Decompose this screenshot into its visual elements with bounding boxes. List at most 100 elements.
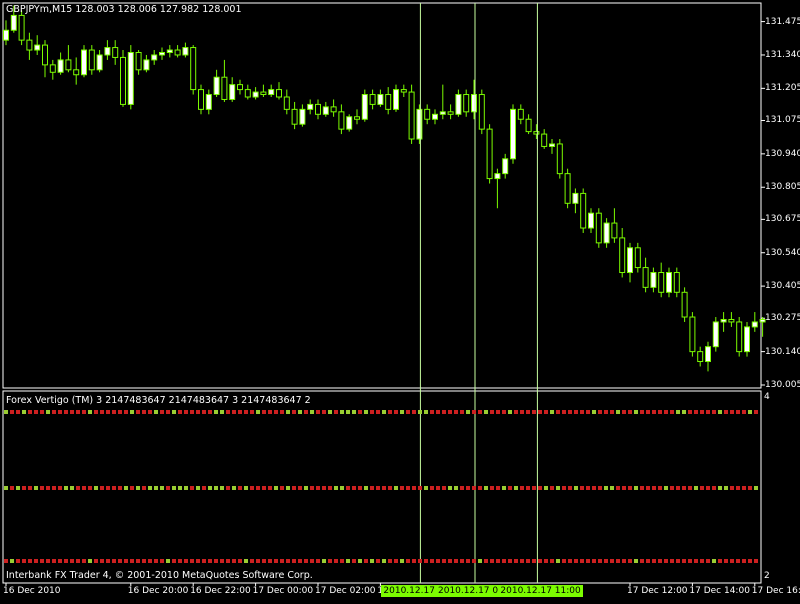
- indicator-dot-red: [592, 486, 596, 490]
- candle-body-bear: [42, 44, 48, 66]
- candle-body-bear: [658, 272, 665, 293]
- chart-header-symbol: GBPJPYm,M15 128.003 128.006 127.982 128.…: [6, 4, 242, 15]
- indicator-dot-red: [292, 486, 296, 490]
- indicator-dot-red: [334, 559, 338, 563]
- indicator-dot-red: [196, 410, 200, 414]
- indicator-dot-red: [358, 410, 362, 414]
- candle-body-bear: [564, 173, 571, 204]
- indicator-dot-red: [382, 486, 386, 490]
- indicator-dot-green: [328, 410, 332, 414]
- indicator-dot-red: [718, 559, 722, 563]
- indicator-dot-red: [688, 486, 692, 490]
- indicator-dot-red: [202, 410, 206, 414]
- indicator-dot-red: [430, 410, 434, 414]
- candle-body-bull: [502, 158, 509, 175]
- candle-body-bear: [517, 108, 524, 120]
- indicator-dot-green: [10, 559, 14, 563]
- indicator-dot-green: [418, 410, 422, 414]
- candle-body-bull: [439, 111, 446, 115]
- indicator-dot-red: [574, 410, 578, 414]
- indicator-dot-red: [742, 559, 746, 563]
- candle-body-bull: [510, 108, 516, 160]
- indicator-scale-bottom: 2: [764, 571, 770, 581]
- indicator-dot-red: [730, 559, 734, 563]
- indicator-dot-red: [706, 486, 710, 490]
- indicator-dot-red: [496, 559, 500, 563]
- indicator-dot-green: [484, 410, 488, 414]
- candle-body-bull: [471, 94, 477, 113]
- indicator-dot-green: [718, 486, 722, 490]
- candle-body-bull: [572, 192, 579, 204]
- indicator-dot-red: [112, 410, 116, 414]
- indicator-dot-red: [292, 410, 296, 414]
- indicator-dot-red: [640, 410, 644, 414]
- candle-body-bull: [712, 321, 719, 348]
- indicator-dot-red: [658, 410, 662, 414]
- indicator-dot-red: [52, 410, 56, 414]
- indicator-dot-red: [34, 410, 38, 414]
- indicator-dot-red: [502, 410, 506, 414]
- indicator-dot-red: [118, 410, 122, 414]
- candle-body-bull: [268, 89, 275, 96]
- indicator-dot-red: [178, 559, 182, 563]
- indicator-dot-red: [196, 559, 200, 563]
- cursor-time-label: 2010.12.17 09: [436, 585, 506, 597]
- indicator-dot-red: [268, 559, 272, 563]
- indicator-dot-green: [574, 486, 578, 490]
- indicator-dot-red: [670, 486, 674, 490]
- indicator-dot-green: [244, 559, 248, 563]
- indicator-dot-red: [436, 559, 440, 563]
- indicator-dot-red: [526, 559, 530, 563]
- indicator-dot-red: [592, 559, 596, 563]
- indicator-dot-green: [616, 410, 620, 414]
- indicator-dot-green: [382, 559, 386, 563]
- candle-body-bear: [619, 237, 626, 274]
- indicator-dot-green: [196, 486, 200, 490]
- indicator-dot-red: [472, 410, 476, 414]
- indicator-dot-red: [94, 410, 98, 414]
- candle-body-bull: [361, 94, 368, 120]
- price-chart[interactable]: [0, 0, 800, 600]
- indicator-dot-red: [454, 410, 458, 414]
- indicator-dot-red: [370, 486, 374, 490]
- indicator-dot-red: [682, 559, 686, 563]
- indicator-dot-red: [616, 559, 620, 563]
- indicator-dot-red: [556, 410, 560, 414]
- candle-body-bear: [174, 49, 181, 56]
- candle-body-bear: [354, 116, 360, 120]
- indicator-dot-green: [502, 486, 506, 490]
- indicator-dot-red: [694, 559, 698, 563]
- candle-body-bear: [580, 192, 587, 229]
- candle-body-bear: [385, 94, 392, 110]
- candle-body-bull: [627, 247, 633, 274]
- price-label: 130.675: [765, 214, 800, 225]
- indicator-dot-red: [460, 486, 464, 490]
- indicator-dot-red: [250, 559, 254, 563]
- indicator-dot-red: [46, 559, 50, 563]
- indicator-dot-red: [214, 559, 218, 563]
- indicator-dot-red: [322, 410, 326, 414]
- indicator-dot-red: [388, 559, 392, 563]
- indicator-dot-red: [532, 410, 536, 414]
- candle-body-bear: [424, 108, 431, 120]
- indicator-dot-red: [412, 559, 416, 563]
- indicator-dot-red: [496, 410, 500, 414]
- indicator-dot-red: [622, 559, 626, 563]
- indicator-dot-red: [130, 486, 134, 490]
- indicator-dot-green: [70, 486, 74, 490]
- indicator-dot-green: [556, 486, 560, 490]
- indicator-dot-red: [280, 486, 284, 490]
- candle-body-bull: [127, 51, 134, 105]
- indicator-dot-red: [700, 559, 704, 563]
- candle-body-bear: [689, 316, 696, 353]
- indicator-dot-red: [298, 559, 302, 563]
- indicator-dot-red: [412, 486, 416, 490]
- indicator-dot-green: [682, 410, 686, 414]
- time-label: 17 Dec 00:00: [252, 586, 314, 596]
- candle-body-bear: [408, 91, 415, 140]
- indicator-dot-red: [442, 410, 446, 414]
- indicator-dot-red: [748, 559, 752, 563]
- indicator-dot-red: [478, 410, 482, 414]
- indicator-dot-red: [376, 410, 380, 414]
- indicator-dot-red: [700, 486, 704, 490]
